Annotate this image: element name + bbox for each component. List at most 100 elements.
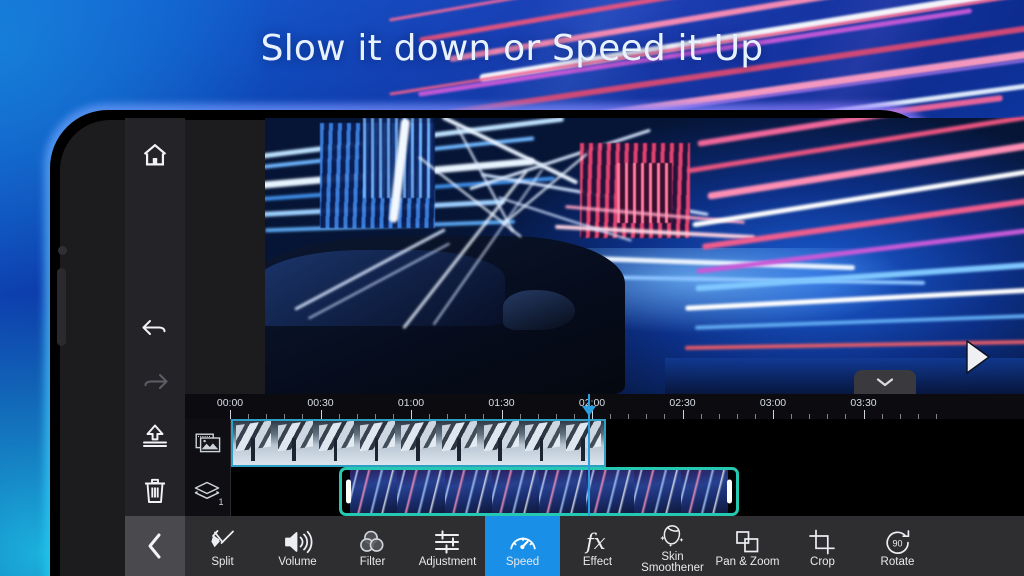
home-icon: [141, 141, 169, 169]
ruler-label: 00:30: [307, 397, 334, 409]
tool-label: Effect: [582, 556, 613, 568]
face-icon: [658, 524, 688, 549]
clip-thumbnail: [350, 470, 398, 513]
ruler-tick-major: [411, 410, 412, 419]
clip-thumbnail: [480, 421, 522, 465]
clip-thumbnail: [233, 421, 275, 465]
tool-label: Rotate: [880, 556, 915, 568]
undo-icon: [140, 315, 170, 341]
clip-thumbnail: [491, 470, 539, 513]
track-overlay-layer[interactable]: 1: [185, 467, 1024, 516]
clip-thumbnail: [633, 470, 681, 513]
tool-effect[interactable]: fx Effect: [560, 516, 635, 576]
tool-skin[interactable]: Skin Smoothener: [635, 516, 710, 576]
tool-label: Speed: [505, 556, 540, 568]
tool-volume[interactable]: Volume: [260, 516, 335, 576]
tool-filter[interactable]: Filter: [335, 516, 410, 576]
track-body-overlay[interactable]: [231, 467, 1024, 516]
undo-button[interactable]: [125, 300, 185, 354]
play-icon: [962, 339, 992, 375]
clip-thumbnail: [521, 421, 563, 465]
clip-thumbnail: [274, 421, 316, 465]
play-button[interactable]: [958, 336, 996, 378]
redo-icon: [140, 369, 170, 395]
tool-label: Crop: [810, 556, 835, 568]
clip-thumbnail: [539, 470, 587, 513]
phone-side-button: [57, 268, 66, 346]
delete-button[interactable]: [125, 464, 185, 518]
ruler-label: 02:30: [669, 397, 696, 409]
clip-overlay-video[interactable]: [339, 467, 739, 516]
track-main-video[interactable]: [185, 419, 1024, 467]
pan-zoom-icon: [733, 529, 763, 554]
track-body-main[interactable]: [231, 419, 1024, 467]
track-header-overlay[interactable]: 1: [185, 467, 231, 516]
phone-camera-dot: [58, 246, 67, 255]
clip-thumbnail: [315, 421, 357, 465]
clip-trim-handle-left[interactable]: [346, 479, 351, 504]
ruler-label: 01:00: [397, 397, 425, 409]
fx-icon: fx: [583, 529, 613, 554]
split-icon: [209, 529, 237, 554]
filter-icon: [358, 529, 388, 554]
clip-trim-handle-right[interactable]: [727, 479, 732, 504]
tool-speed[interactable]: Speed: [485, 516, 560, 576]
timeline[interactable]: 00:00 00:30 01:00 01:30 02:00 02:30 03:00 03:30: [185, 394, 1024, 516]
bottom-toolbar: Split Volume Filter Adjustment Speed fx Effect…: [125, 516, 1024, 576]
clip-thumbnails: [233, 421, 604, 465]
export-icon: [140, 422, 170, 450]
clip-thumbnail: [439, 421, 481, 465]
media-filmstrip-icon: [195, 432, 221, 454]
ruler-tick-major: [501, 410, 503, 419]
video-preview[interactable]: [265, 118, 1024, 394]
playhead-knob[interactable]: [582, 406, 596, 416]
ruler-tick-major: [863, 410, 865, 419]
export-button[interactable]: [125, 409, 185, 463]
clip-thumbnails: [350, 470, 728, 513]
track-header-main[interactable]: [185, 419, 231, 467]
tool-split[interactable]: Split: [185, 516, 260, 576]
speedometer-icon: [508, 529, 538, 554]
redo-button[interactable]: [125, 355, 185, 409]
tool-panzoom[interactable]: Pan & Zoom: [710, 516, 785, 576]
preview-scene: [265, 118, 1024, 394]
trash-icon: [142, 477, 168, 505]
layers-icon: 1: [193, 480, 224, 507]
tool-label: Split: [211, 556, 234, 568]
tool-label: Skin Smoothener: [641, 550, 704, 574]
tool-crop[interactable]: Crop: [785, 516, 860, 576]
ruler-label: 01:30: [488, 397, 515, 409]
ruler-label: 03:30: [850, 397, 877, 409]
layers-count: 1: [218, 496, 224, 507]
chevron-down-icon: [875, 376, 895, 388]
ruler-label: 03:00: [759, 397, 787, 409]
left-toolbar: [125, 118, 185, 518]
clip-thumbnail: [586, 470, 634, 513]
tool-label: Adjustment: [418, 556, 477, 568]
back-button[interactable]: [125, 516, 185, 576]
svg-text:90: 90: [892, 538, 902, 548]
clip-thumbnail: [444, 470, 492, 513]
tool-label: Volume: [278, 556, 317, 568]
tool-rotate[interactable]: 90 Rotate: [860, 516, 935, 576]
tool-list[interactable]: Split Volume Filter Adjustment Speed fx Effect…: [185, 516, 1024, 576]
timeline-ruler[interactable]: 00:00 00:30 01:00 01:30 02:00 02:30 03:00 03:30: [185, 394, 1024, 419]
ruler-tick-major: [320, 410, 322, 419]
page-title: Slow it down or Speed it Up: [260, 28, 764, 69]
svg-text:fx: fx: [584, 530, 606, 554]
home-button[interactable]: [125, 128, 185, 182]
clip-thumbnail: [397, 470, 445, 513]
crop-icon: [808, 529, 838, 554]
collapse-preview-button[interactable]: [854, 370, 916, 394]
clip-thumbnail: [356, 421, 398, 465]
video-editor-app: 00:00 00:30 01:00 01:30 02:00 02:30 03:00 03:30: [125, 118, 1024, 576]
tool-label: Filter: [359, 556, 386, 568]
rotate-icon: 90: [883, 529, 913, 554]
clip-main-video[interactable]: [231, 419, 606, 467]
tool-adjustment[interactable]: Adjustment: [410, 516, 485, 576]
ruler-tick-major: [773, 410, 774, 419]
ruler-label: 00:00: [216, 397, 244, 409]
tool-label: Pan & Zoom: [715, 556, 780, 568]
clip-thumbnail: [562, 421, 604, 465]
chevron-left-icon: [144, 531, 166, 561]
